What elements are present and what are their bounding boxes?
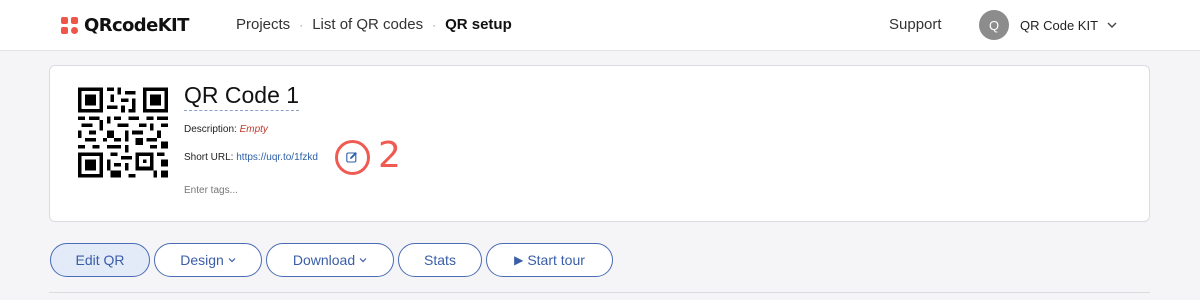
breadcrumb-projects[interactable]: Projects [236, 16, 290, 33]
top-header: QRcodeKIT Projects · List of QR codes · … [0, 0, 1200, 51]
description-value[interactable]: Empty [240, 124, 268, 135]
callout-highlight-ring [335, 140, 370, 175]
avatar: Q [979, 10, 1009, 40]
chevron-down-icon [1107, 22, 1117, 28]
breadcrumb-current: QR setup [445, 16, 512, 33]
qr-logo-icon [61, 16, 79, 35]
user-menu[interactable]: Q QR Code KIT [979, 10, 1117, 40]
stats-label: Stats [424, 252, 456, 268]
qr-code-image [78, 87, 168, 178]
breadcrumb-list[interactable]: List of QR codes [312, 16, 423, 33]
play-icon: ▶ [514, 253, 524, 267]
chevron-down-icon [228, 258, 236, 263]
design-button[interactable]: Design [154, 243, 262, 277]
download-label: Download [292, 252, 356, 268]
logo-text: QRcodeKIT [84, 15, 189, 36]
edit-qr-label: Edit QR [75, 252, 125, 268]
tags-input[interactable]: Enter tags... [184, 185, 238, 196]
brand-logo[interactable]: QRcodeKIT [61, 15, 189, 36]
support-link[interactable]: Support [889, 16, 942, 33]
start-tour-button[interactable]: ▶ Start tour [486, 243, 613, 277]
qr-name-editable[interactable]: QR Code 1 [184, 82, 300, 111]
short-url-link[interactable]: https://uqr.to/1fzkd [236, 152, 318, 163]
start-tour-label: Start tour [527, 252, 585, 268]
description-label: Description: [184, 124, 237, 135]
breadcrumb-separator: · [299, 17, 304, 32]
edit-qr-button[interactable]: Edit QR [50, 243, 150, 277]
download-button[interactable]: Download [266, 243, 394, 277]
callout-step-number: 2 [378, 135, 401, 176]
user-name: QR Code KIT [1020, 17, 1099, 33]
breadcrumb: Projects · List of QR codes · QR setup [236, 16, 512, 33]
description-row: Description: Empty [184, 124, 268, 135]
qr-card: QR Code 1 Description: Empty Short URL: … [49, 65, 1150, 222]
breadcrumb-separator: · [432, 17, 437, 32]
action-buttons: Edit QR Design Download Stats ▶ Start to… [50, 243, 617, 277]
section-divider [49, 292, 1150, 293]
chevron-down-icon [359, 258, 367, 263]
stats-button[interactable]: Stats [398, 243, 482, 277]
short-url-label: Short URL: [184, 152, 234, 163]
design-label: Design [180, 252, 224, 268]
short-url-row: Short URL: https://uqr.to/1fzkd [184, 152, 318, 163]
